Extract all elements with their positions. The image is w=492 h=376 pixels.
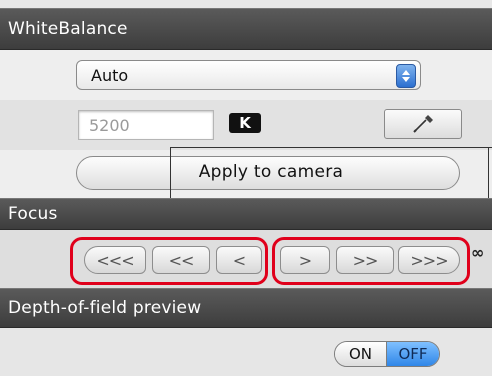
depth-of-field-title: Depth-of-field preview <box>8 298 202 318</box>
white-balance-header: WhiteBalance <box>0 8 492 50</box>
toggle-on-button[interactable]: ON <box>335 342 387 366</box>
infinity-icon: ∞ <box>471 243 485 262</box>
depth-of-field-toggle[interactable]: ON OFF <box>334 341 440 367</box>
white-balance-mode-select[interactable]: Auto <box>76 60 421 90</box>
kelvin-input[interactable]: 5200 <box>78 110 214 140</box>
kelvin-value: 5200 <box>89 115 130 135</box>
focus-header: Focus <box>0 198 492 230</box>
eyedropper-icon <box>413 115 433 133</box>
focus-title: Focus <box>8 204 58 224</box>
focus-far-highlight <box>272 237 470 285</box>
focus-near-highlight <box>70 237 268 285</box>
toggle-off-button[interactable]: OFF <box>387 342 439 366</box>
select-arrows-icon <box>396 64 416 88</box>
camera-settings-panel: WhiteBalance Auto 5200 K Apply to camera… <box>0 0 492 376</box>
apply-to-camera-label: Apply to camera <box>198 162 344 182</box>
white-balance-title: WhiteBalance <box>8 19 128 39</box>
white-balance-mode-value: Auto <box>91 65 129 85</box>
kelvin-unit-label: K <box>229 113 261 133</box>
depth-of-field-header: Depth-of-field preview <box>0 288 492 328</box>
eyedropper-button[interactable] <box>384 109 462 139</box>
